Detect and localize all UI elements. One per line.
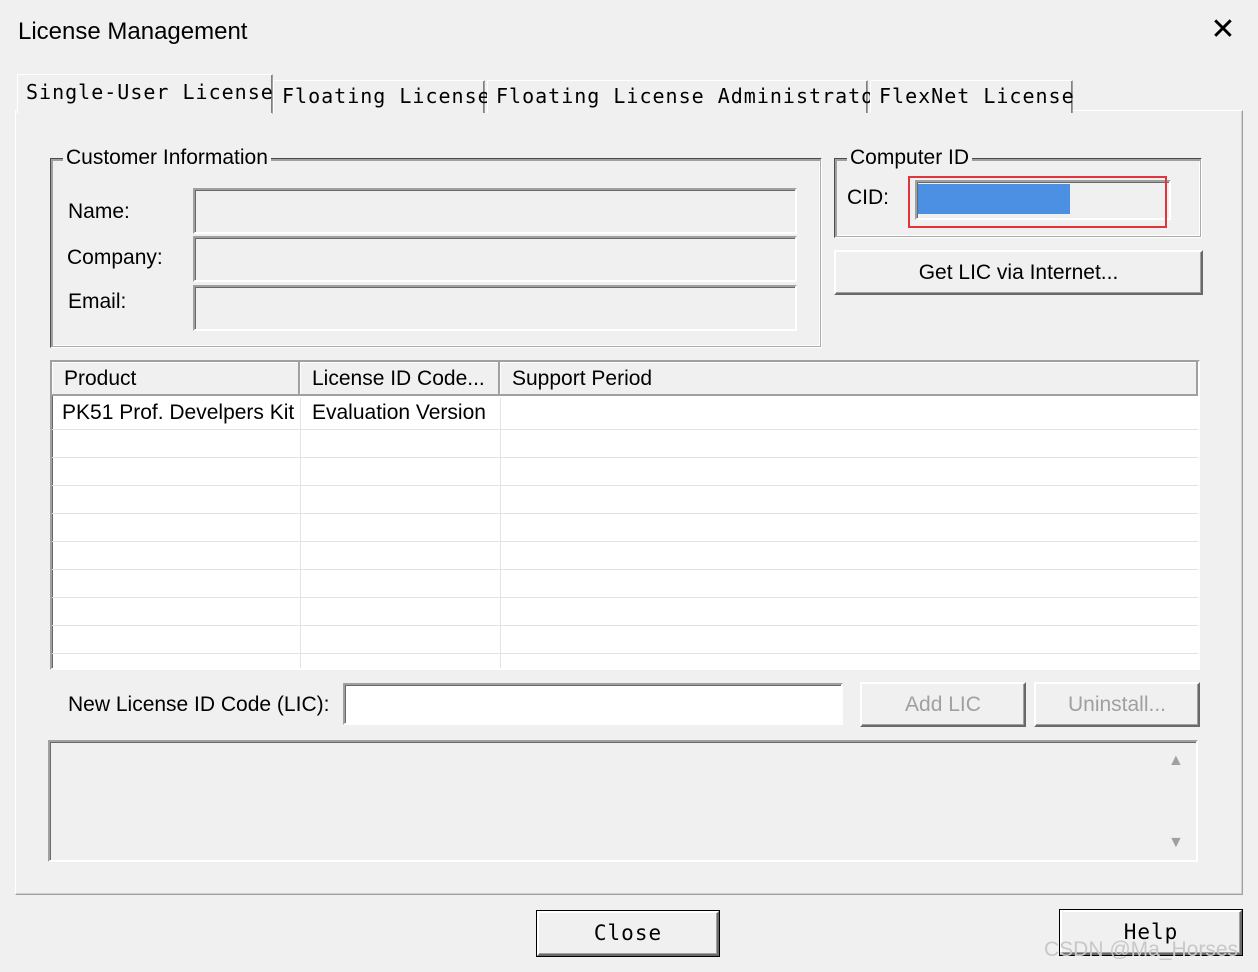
scroll-up-arrow-icon[interactable]: ▲ [1168,752,1184,770]
close-button[interactable]: Close [537,911,719,956]
name-label: Name: [68,200,130,223]
new-lic-label: New License ID Code (LIC): [68,693,330,716]
column-header-license-id-code[interactable]: License ID Code... [300,362,500,396]
watermark: CSDN @Ma_Horses [1044,938,1239,961]
column-divider [300,398,301,668]
scroll-down-arrow-icon[interactable]: ▼ [1168,834,1184,852]
add-lic-button[interactable]: Add LIC [860,682,1026,727]
email-field[interactable] [193,285,797,331]
column-header-support-period[interactable]: Support Period [500,362,1198,396]
row-divider [52,597,1198,598]
row-divider [52,625,1198,626]
cid-label: CID: [847,186,889,209]
row-divider [52,429,1198,430]
window-title: License Management [18,18,248,45]
row-divider [52,541,1198,542]
status-log[interactable] [48,740,1198,862]
license-list[interactable]: Product License ID Code... Support Perio… [50,360,1200,670]
table-row[interactable]: PK51 Prof. Develpers Kit Evaluation Vers… [52,398,1198,429]
cid-highlight-box [908,176,1167,228]
computer-id-legend: Computer ID [847,146,973,170]
tab-flexnet-license[interactable]: FlexNet License [870,80,1074,113]
tab-floating-license[interactable]: Floating License [273,80,490,113]
row-divider [52,653,1198,654]
close-window-icon[interactable]: ✕ [1205,12,1241,48]
get-lic-via-internet-button[interactable]: Get LIC via Internet... [834,250,1203,295]
row-divider [52,513,1198,514]
tab-single-user-license[interactable]: Single-User License [17,74,273,114]
customer-information-legend: Customer Information [63,146,271,170]
cell-license-id-code: Evaluation Version [312,401,486,424]
name-field[interactable] [193,188,797,234]
tab-floating-license-administrator[interactable]: Floating License Administrator [487,80,886,113]
row-divider [52,569,1198,570]
row-divider [52,457,1198,458]
cell-product: PK51 Prof. Develpers Kit [62,401,295,424]
uninstall-button[interactable]: Uninstall... [1034,682,1200,727]
email-label: Email: [68,290,127,313]
company-field[interactable] [193,236,797,282]
row-divider [52,485,1198,486]
column-divider [500,398,501,668]
new-lic-input[interactable] [343,683,843,725]
company-label: Company: [67,246,163,269]
column-header-product[interactable]: Product [52,362,300,396]
